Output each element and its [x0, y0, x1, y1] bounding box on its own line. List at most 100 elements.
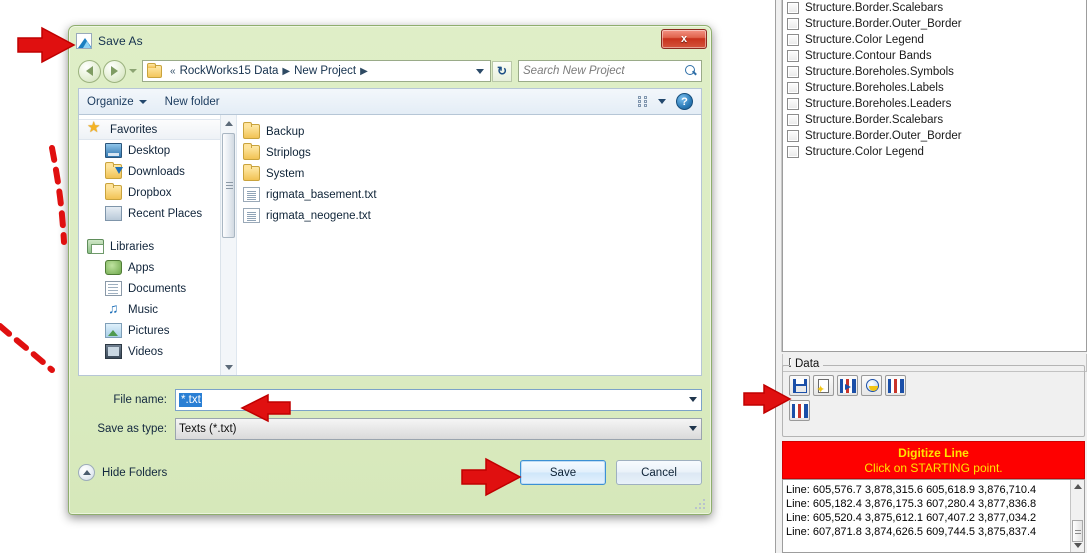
import-panel-icon — [840, 379, 856, 393]
organize-label: Organize — [87, 95, 134, 108]
sidebar-label: Recent Places — [128, 207, 203, 220]
layer-label: Structure.Boreholes.Leaders — [805, 98, 952, 110]
coordinate-list[interactable]: Line: 605,576.7 3,878,315.6 605,618.9 3,… — [782, 479, 1085, 553]
sidebar-label: Libraries — [110, 240, 155, 253]
sidebar-item-videos[interactable]: Videos — [79, 341, 236, 362]
sidebar-item-music[interactable]: Music — [79, 299, 236, 320]
data-group-title: Data — [791, 358, 824, 370]
scroll-down-button[interactable] — [221, 359, 236, 375]
list-item[interactable]: Backup — [243, 121, 701, 142]
new-folder-button[interactable]: New folder — [165, 96, 220, 108]
save-as-type-dropdown-icon[interactable] — [684, 426, 701, 431]
sidebar-item-dropbox[interactable]: Dropbox — [79, 182, 236, 203]
list-item[interactable]: Striplogs — [243, 142, 701, 163]
screenshot-root: Save As x « RockWorks15 Data ▶ New Proje… — [0, 0, 1087, 553]
file-list-pane[interactable]: Backup Striplogs System rigmata_basement… — [237, 115, 701, 375]
coordinate-scrollbar[interactable] — [1070, 480, 1084, 552]
folder-icon — [147, 62, 162, 78]
checkbox[interactable] — [787, 2, 799, 14]
scroll-up-button[interactable] — [221, 115, 236, 131]
navigation-scrollbar[interactable] — [220, 115, 236, 375]
checkbox[interactable] — [787, 18, 799, 30]
folder-icon — [105, 183, 122, 200]
import-panel-button[interactable] — [837, 375, 858, 396]
checkbox[interactable] — [787, 114, 799, 126]
file-name-row: File name: *.txt — [78, 388, 702, 411]
mirror-panel-icon — [792, 404, 808, 418]
checkbox[interactable] — [787, 82, 799, 94]
sparkle-icon: ✦ — [816, 384, 826, 396]
sidebar-item-recent-places[interactable]: Recent Places — [79, 203, 236, 224]
layer-checkbox-list[interactable]: Structure.Border.Scalebars Structure.Bor… — [782, 0, 1087, 352]
layer-label: Structure.Boreholes.Labels — [805, 82, 944, 94]
sidebar-item-favorites[interactable]: Favorites — [79, 118, 236, 140]
sidebar-item-libraries[interactable]: Libraries — [79, 236, 236, 257]
explorer-panes: Favorites Desktop Downloads Dropbox Rece… — [78, 114, 702, 376]
breadcrumb-root[interactable]: RockWorks15 Data — [180, 65, 279, 77]
file-name-input[interactable]: *.txt — [175, 388, 702, 411]
list-item[interactable]: Structure.Contour Bands — [783, 48, 1086, 64]
new-document-button[interactable]: ✦ — [813, 375, 834, 396]
cancel-button[interactable]: Cancel — [616, 460, 702, 485]
list-item[interactable]: Structure.Boreholes.Symbols — [783, 64, 1086, 80]
layer-label: Structure.Border.Outer_Border — [805, 130, 962, 142]
save-data-button[interactable] — [789, 375, 810, 396]
mirror-panel-button[interactable] — [789, 400, 810, 421]
recent-locations-chevron-icon[interactable] — [126, 69, 140, 73]
list-item[interactable]: Structure.Border.Scalebars — [783, 0, 1086, 16]
file-name: rigmata_neogene.txt — [266, 209, 371, 222]
file-name: Backup — [266, 125, 305, 138]
export-panel-button[interactable] — [885, 375, 906, 396]
save-button[interactable]: Save — [520, 460, 606, 485]
globe-panel-button[interactable] — [861, 375, 882, 396]
address-bar-row: « RockWorks15 Data ▶ New Project ▶ ↻ Sea… — [69, 56, 711, 86]
checkbox[interactable] — [787, 98, 799, 110]
list-item[interactable]: Structure.Border.Scalebars — [783, 112, 1086, 128]
list-item[interactable]: rigmata_basement.txt — [243, 184, 701, 205]
breadcrumb-child[interactable]: New Project — [294, 65, 356, 77]
resize-grip[interactable] — [695, 499, 707, 511]
list-item[interactable]: Structure.Border.Outer_Border — [783, 128, 1086, 144]
list-item[interactable]: Structure.Color Legend — [783, 144, 1086, 160]
hide-folders-button[interactable]: Hide Folders — [78, 464, 167, 481]
save-as-type-select[interactable]: Texts (*.txt) — [175, 417, 702, 440]
layer-label: Structure.Boreholes.Symbols — [805, 66, 954, 78]
back-button[interactable] — [78, 59, 101, 83]
globe-panel-icon — [866, 379, 879, 392]
organize-menu[interactable]: Organize — [87, 96, 147, 108]
file-name-label: File name: — [113, 393, 167, 406]
refresh-button[interactable]: ↻ — [492, 60, 512, 82]
view-dropdown-icon[interactable] — [658, 99, 666, 104]
sidebar-item-downloads[interactable]: Downloads — [79, 161, 236, 182]
coordinate-row: Line: 605,520.4 3,875,612.1 607,407.2 3,… — [786, 512, 1037, 524]
sidebar-item-desktop[interactable]: Desktop — [79, 140, 236, 161]
list-item[interactable]: System — [243, 163, 701, 184]
forward-button[interactable] — [103, 59, 126, 83]
list-item[interactable]: rigmata_neogene.txt — [243, 205, 701, 226]
scroll-down-button[interactable] — [1071, 539, 1084, 552]
checkbox[interactable] — [787, 34, 799, 46]
checkbox[interactable] — [787, 130, 799, 142]
list-item[interactable]: Structure.Border.Outer_Border — [783, 16, 1086, 32]
sidebar-item-pictures[interactable]: Pictures — [79, 320, 236, 341]
close-button[interactable]: x — [661, 29, 707, 49]
help-button[interactable]: ? — [676, 93, 693, 110]
search-box[interactable]: Search New Project — [518, 60, 702, 82]
scrollbar-thumb[interactable] — [222, 133, 235, 238]
list-item[interactable]: Structure.Color Legend — [783, 32, 1086, 48]
sidebar-label: Desktop — [128, 144, 171, 157]
file-name-dropdown-icon[interactable] — [684, 397, 701, 402]
breadcrumb-dropdown-icon[interactable] — [472, 68, 488, 74]
list-item[interactable]: Structure.Boreholes.Labels — [783, 80, 1086, 96]
coordinate-row: Line: 605,182.4 3,876,175.3 607,280.4 3,… — [786, 498, 1037, 510]
scroll-up-button[interactable] — [1071, 480, 1084, 493]
list-item[interactable]: Structure.Boreholes.Leaders — [783, 96, 1086, 112]
checkbox[interactable] — [787, 146, 799, 158]
breadcrumb-bar[interactable]: « RockWorks15 Data ▶ New Project ▶ — [142, 60, 491, 82]
sidebar-item-documents[interactable]: Documents — [79, 278, 236, 299]
dialog-button-row: Hide Folders Save Cancel — [78, 460, 702, 485]
checkbox[interactable] — [787, 50, 799, 62]
checkbox[interactable] — [787, 66, 799, 78]
view-mode-icon[interactable] — [638, 95, 652, 108]
sidebar-item-apps[interactable]: Apps — [79, 257, 236, 278]
